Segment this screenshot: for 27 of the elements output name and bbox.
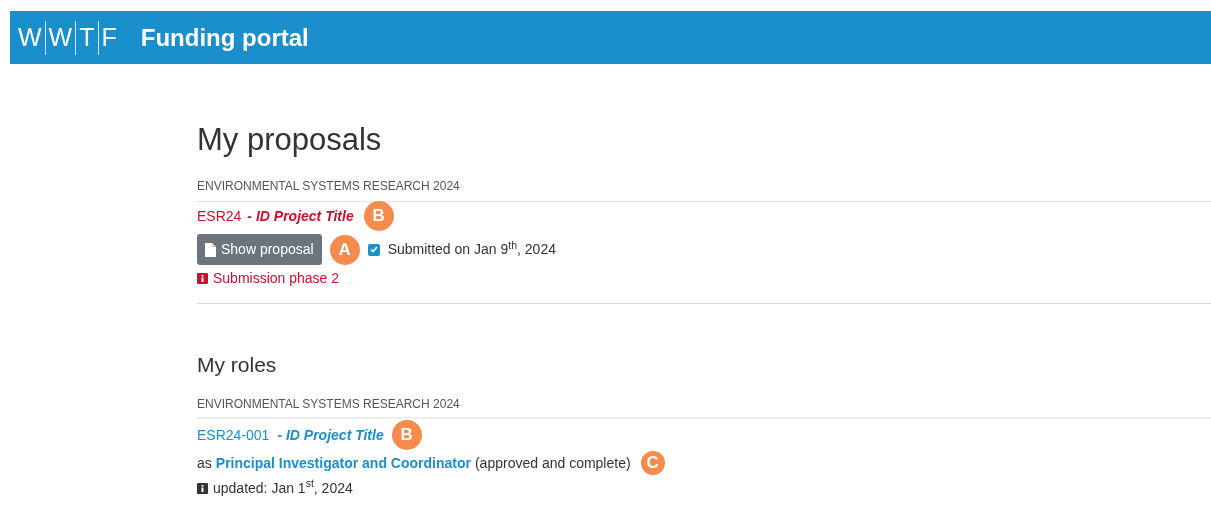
role-prefix: as	[197, 453, 212, 473]
submitted-status: Submitted on Jan 9$^{th}$, 2024	[387, 239, 556, 259]
pdf-file-icon	[205, 242, 216, 257]
info-icon	[197, 272, 208, 284]
annotation-marker: B	[391, 420, 422, 450]
info-icon	[197, 482, 208, 494]
proposal-title: - ID Project Title	[247, 206, 354, 226]
show-proposal-button[interactable]: Show proposal	[197, 234, 322, 265]
programme-label: ENVIRONMENTAL SYSTEMS RESEARCH 2024	[197, 397, 460, 411]
updated-date: updated: Jan 1$^{st}$, 2024	[213, 477, 353, 498]
proposal-id: ESR24	[197, 206, 242, 226]
logo-letter: W	[48, 25, 73, 50]
role-status: (approved and complete)	[474, 453, 631, 473]
logo-letter: W	[18, 25, 42, 50]
page-heading: My proposals	[197, 124, 383, 155]
programme-label: ENVIRONMENTAL SYSTEMS RESEARCH 2024	[197, 179, 460, 193]
role-project-title[interactable]: - ID Project Title	[277, 424, 384, 446]
role-project-id[interactable]: ESR24-001	[197, 424, 270, 446]
portal-title: Funding portal	[140, 22, 309, 53]
annotation-marker: C	[640, 451, 665, 475]
section-heading: My roles	[197, 354, 278, 375]
annotation-marker: A	[329, 234, 360, 265]
role-link[interactable]: Principal Investigator and Coordinator	[215, 452, 471, 474]
phase-label: Submission phase 2	[213, 268, 340, 288]
annotation-marker: B	[363, 201, 394, 231]
logo-letter: T	[79, 25, 95, 50]
logo-letter: F	[101, 25, 117, 50]
